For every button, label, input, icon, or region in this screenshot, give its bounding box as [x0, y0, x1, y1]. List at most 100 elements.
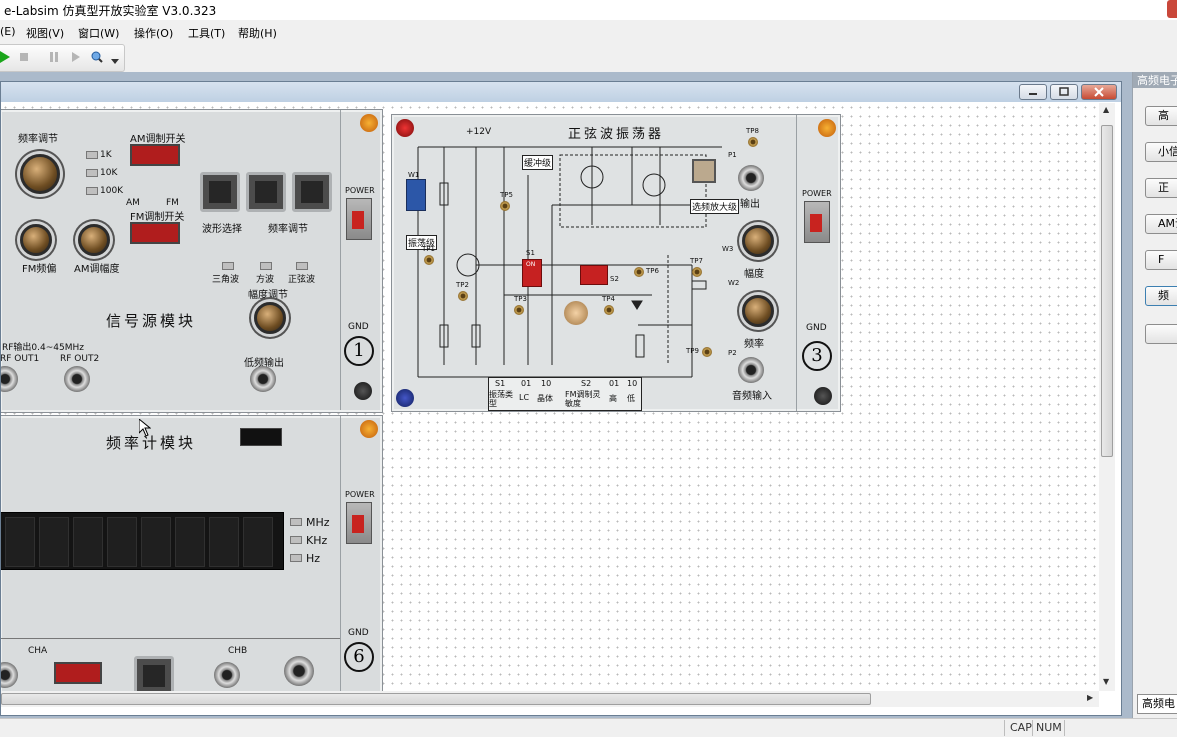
- restore-button[interactable]: [1050, 84, 1078, 100]
- vertical-scroll-thumb[interactable]: [1101, 125, 1113, 457]
- vertical-scrollbar[interactable]: ▲ ▼: [1099, 103, 1115, 691]
- module6-power-switch[interactable]: [346, 502, 372, 544]
- s2-dip-switch[interactable]: [580, 265, 608, 285]
- toolbar-overflow-icon[interactable]: [111, 57, 119, 65]
- scroll-up-icon[interactable]: ▲: [1103, 105, 1109, 114]
- tp6-point[interactable]: [634, 267, 644, 277]
- module3-power-switch[interactable]: [804, 201, 830, 243]
- frequency-counter-module[interactable]: 频率计模块 MHz KHz Hz CHA CHB POWER GND 6: [1, 415, 383, 691]
- zoom-icon[interactable]: [91, 51, 103, 63]
- w1-potentiometer[interactable]: [406, 179, 426, 211]
- chb-label: CHB: [228, 646, 248, 656]
- experiment-button-5[interactable]: F: [1145, 250, 1177, 270]
- cha-switch[interactable]: [54, 662, 102, 684]
- lf-out-jack[interactable]: [250, 366, 276, 392]
- coil-cc1[interactable]: [564, 301, 588, 325]
- am-depth-knob[interactable]: [78, 224, 110, 256]
- menu-help[interactable]: 帮助(H): [238, 25, 277, 41]
- frequency-knob[interactable]: [742, 295, 774, 327]
- menu-operate[interactable]: 操作(O): [134, 25, 173, 41]
- close-button[interactable]: [1081, 84, 1117, 100]
- menu-edit[interactable]: (E): [0, 25, 16, 38]
- led-10k: [86, 169, 98, 177]
- menu-window[interactable]: 窗口(W): [78, 25, 119, 41]
- amplitude-label: 幅度: [744, 269, 764, 280]
- menu-tools[interactable]: 工具(T): [188, 25, 225, 41]
- experiment-button-2[interactable]: 小信: [1145, 142, 1177, 162]
- t1-transformer[interactable]: [692, 159, 716, 183]
- experiment-button-3[interactable]: 正: [1145, 178, 1177, 198]
- am-switch[interactable]: [130, 144, 180, 166]
- tp7-point[interactable]: [692, 267, 702, 277]
- led-khz: [290, 536, 302, 544]
- experiment-list-header: 高频电子: [1133, 72, 1177, 88]
- rf-out1-label: RF OUT1: [1, 354, 40, 364]
- sine-oscillator-module[interactable]: 正弦波振荡器 +12V 缓冲级 振荡级 选频放大级 W1 TP1 TP2 TP3…: [391, 114, 841, 412]
- fm-offset-knob[interactable]: [20, 224, 52, 256]
- menu-view[interactable]: 视图(V): [26, 25, 64, 41]
- freq-down-button[interactable]: [246, 172, 286, 212]
- seven-segment-display: [1, 512, 284, 570]
- signal-source-module[interactable]: 频率调节 1K 10K 100K AM调制开关 AM FM FM调制开关 波形选…: [1, 109, 383, 413]
- experiment-button-1[interactable]: 高: [1145, 106, 1177, 126]
- stop-icon[interactable]: [18, 51, 30, 63]
- tp1-point[interactable]: [424, 255, 434, 265]
- tp2-point[interactable]: [458, 291, 468, 301]
- experiment-canvas[interactable]: 频率调节 1K 10K 100K AM调制开关 AM FM FM调制开关 波形选…: [1, 103, 1099, 691]
- freq-up-button[interactable]: [292, 172, 332, 212]
- close-window-button[interactable]: [1167, 0, 1177, 18]
- minimize-button[interactable]: [1019, 84, 1047, 100]
- tp5-point[interactable]: [500, 201, 510, 211]
- horizontal-scrollbar[interactable]: ▶: [1, 691, 1099, 707]
- switch-table: S1 01 10 S2 01 10 振荡类型 LC 晶体 FM调制灵敏度 高 低: [488, 377, 642, 411]
- counter-button[interactable]: [134, 656, 174, 691]
- fm-label: FM: [166, 198, 179, 208]
- am-label: AM: [126, 198, 140, 208]
- play-icon[interactable]: [0, 51, 12, 63]
- module1-number: 1: [344, 336, 374, 366]
- w1-label: W1: [408, 171, 420, 179]
- table-r4: FM调制灵敏度: [565, 390, 601, 408]
- table-r5: 高: [609, 394, 617, 403]
- audio-input-jack[interactable]: [738, 357, 764, 383]
- pause-icon[interactable]: [48, 51, 60, 63]
- amp-adj-knob[interactable]: [254, 302, 286, 334]
- experiment-button-7[interactable]: [1145, 324, 1177, 344]
- range-10k-label: 10K: [100, 168, 118, 178]
- tp9-point[interactable]: [702, 347, 712, 357]
- lab-window: 频率调节 1K 10K 100K AM调制开关 AM FM FM调制开关 波形选…: [0, 81, 1122, 716]
- output-jack[interactable]: [738, 165, 764, 191]
- cha-jack[interactable]: [1, 662, 18, 688]
- scroll-right-icon[interactable]: ▶: [1087, 693, 1093, 702]
- num-lock-indicator: NUM: [1036, 721, 1062, 734]
- s2-label: S2: [610, 275, 619, 283]
- lab-window-titlebar: [1, 82, 1121, 102]
- scroll-down-icon[interactable]: ▼: [1103, 677, 1109, 686]
- led-1k: [86, 151, 98, 159]
- module6-power-label: POWER: [345, 490, 375, 499]
- table-r3: 晶体: [537, 394, 553, 403]
- experiment-button-4[interactable]: AM调: [1145, 214, 1177, 234]
- module3-number: 3: [802, 341, 832, 371]
- range-1k-label: 1K: [100, 150, 112, 160]
- wave-select-button[interactable]: [200, 172, 240, 212]
- experiment-list-tab[interactable]: 高频电: [1137, 694, 1177, 714]
- tp6-label: TP6: [646, 267, 659, 275]
- step-icon[interactable]: [70, 51, 82, 63]
- tp4-point[interactable]: [604, 305, 614, 315]
- module1-power-switch[interactable]: [346, 198, 372, 240]
- rf-out2-jack[interactable]: [64, 366, 90, 392]
- table-r6: 低: [627, 394, 635, 403]
- chb-jack[interactable]: [214, 662, 240, 688]
- tp8-point[interactable]: [748, 137, 758, 147]
- bnc-input[interactable]: [284, 656, 314, 686]
- experiment-button-6[interactable]: 频: [1145, 286, 1177, 306]
- tp3-point[interactable]: [514, 305, 524, 315]
- tp2-label: TP2: [456, 281, 469, 289]
- freq-adj-knob[interactable]: [20, 154, 60, 194]
- horizontal-scroll-thumb[interactable]: [1, 693, 871, 705]
- fm-switch[interactable]: [130, 222, 180, 244]
- amplitude-knob[interactable]: [742, 225, 774, 257]
- rf-out1-jack[interactable]: [1, 366, 18, 392]
- freq-adjust2-label: 频率调节: [268, 224, 308, 235]
